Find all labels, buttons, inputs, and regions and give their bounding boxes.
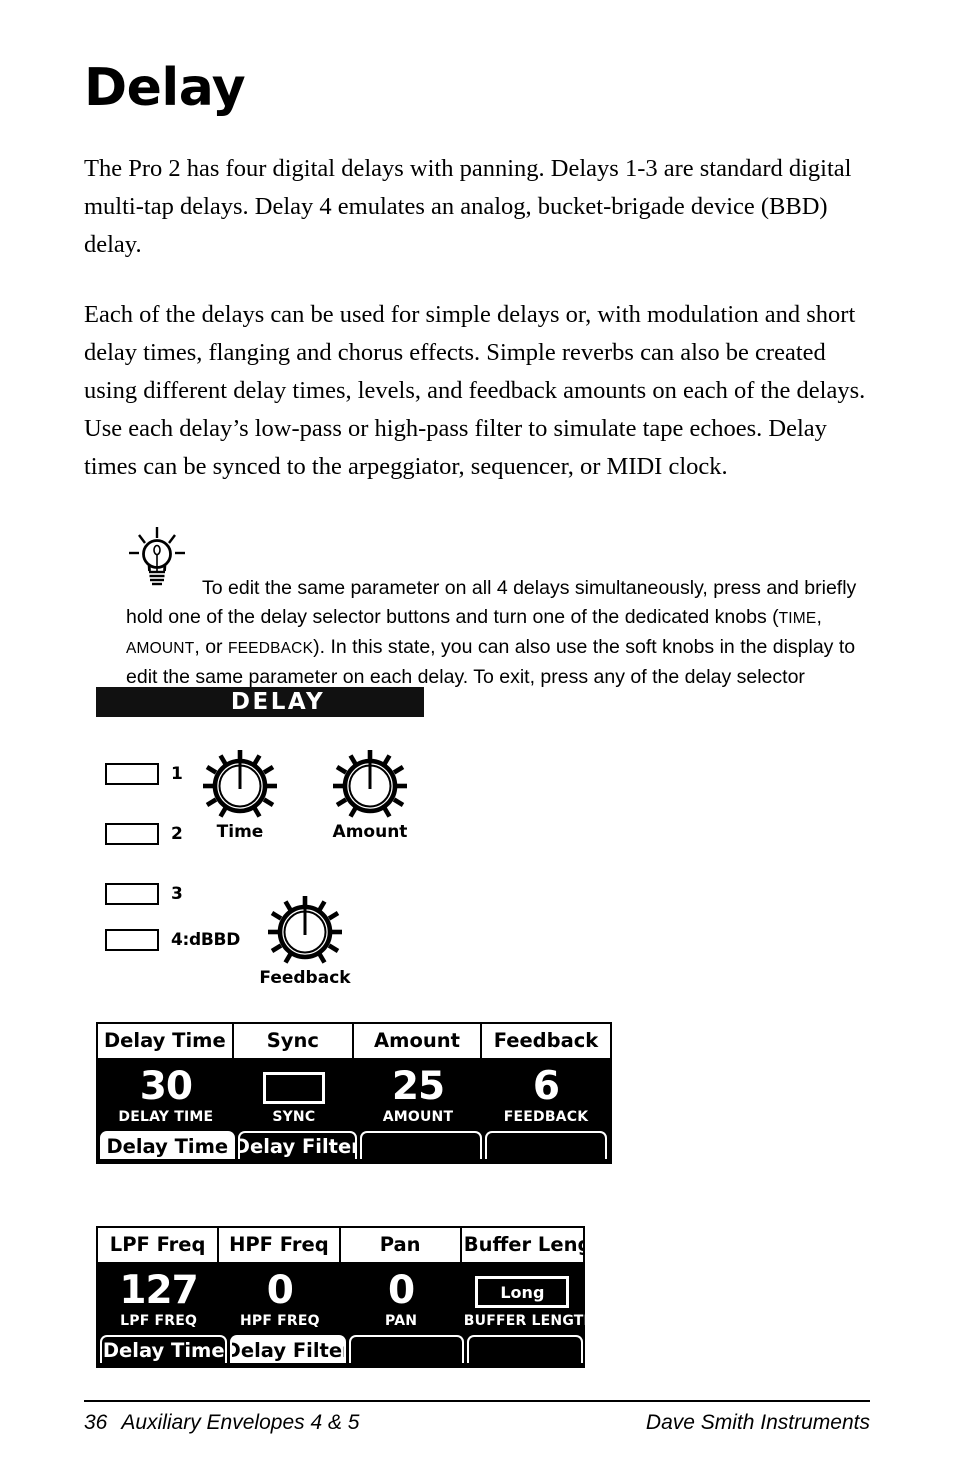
soft-knob-header-delay-time[interactable]: Delay Time	[98, 1024, 234, 1058]
feedback-knob-group[interactable]: Feedback	[257, 895, 353, 988]
amount-knob[interactable]	[331, 749, 409, 823]
value-cell-buffer-length[interactable]: Long BUFFER LENGTH	[462, 1270, 596, 1335]
amount-knob-group[interactable]: Amount	[322, 749, 418, 842]
value-cell-feedback[interactable]: 6 FEEDBACK	[482, 1066, 610, 1131]
value-cell-delay-time[interactable]: 30 DELAY TIME	[98, 1066, 234, 1131]
value-cell-hpf-freq[interactable]: 0 HPF FREQ	[219, 1270, 340, 1335]
soft-knob-header-pan[interactable]: Pan	[340, 1228, 462, 1262]
caption-amount: AMOUNT	[382, 1109, 454, 1125]
value-pan: 0	[388, 1268, 415, 1313]
delay-selector-4-button[interactable]	[105, 929, 159, 951]
soft-knob-header-hpf-freq[interactable]: HPF Freq	[219, 1228, 341, 1262]
caption-pan: PAN	[385, 1313, 418, 1329]
delay-panel-header: DELAY	[96, 687, 424, 717]
tab-empty-3-2[interactable]	[348, 1335, 465, 1363]
tab-delay-filter[interactable]: Delay Filter	[237, 1131, 357, 1159]
footer-company: Dave Smith Instruments	[645, 1411, 870, 1434]
soft-knob-header-feedback[interactable]: Feedback	[481, 1024, 610, 1058]
tab-delay-time[interactable]: Delay Time	[100, 1131, 235, 1159]
delay-selector-4[interactable]: 4:dBBD	[105, 929, 240, 951]
caption-sync: SYNC	[272, 1109, 316, 1125]
caption-feedback: FEEDBACK	[503, 1109, 589, 1125]
tab-empty-4-2[interactable]	[467, 1335, 583, 1363]
delay-panel-body: 1 2 3 4:dBBD Time Amount Feedback	[96, 717, 424, 988]
soft-knob-header-row: Delay Time Sync Amount Feedback	[98, 1024, 610, 1058]
value-delay-time: 30	[139, 1064, 193, 1109]
delay-selector-3-label: 3	[171, 884, 183, 904]
delay-selector-3[interactable]: 3	[105, 883, 183, 905]
delay-filter-display-panel: LPF Freq HPF Freq Pan Buffer Length 127 …	[96, 1226, 596, 1368]
soft-knob-header-amount[interactable]: Amount	[353, 1024, 482, 1058]
soft-tab-row: Delay Time Delay Filter	[98, 1131, 610, 1162]
value-cell-lpf-freq[interactable]: 127 LPF FREQ	[98, 1270, 219, 1335]
value-sync-box[interactable]	[262, 1072, 325, 1104]
soft-knob-header-sync[interactable]: Sync	[233, 1024, 354, 1058]
value-cell-pan[interactable]: 0 PAN	[341, 1270, 462, 1335]
footer-row: 36 Auxiliary Envelopes 4 & 5 Dave Smith …	[84, 1402, 870, 1435]
tip-seg-2: ,	[816, 606, 822, 628]
soft-knob-header-buffer-length[interactable]: Buffer Length	[461, 1228, 583, 1262]
page-footer: 36 Auxiliary Envelopes 4 & 5 Dave Smith …	[84, 1400, 870, 1435]
manual-page: Delay The Pro 2 has four digital delays …	[0, 0, 954, 1475]
soft-knob-header-row-2: LPF Freq HPF Freq Pan Buffer Length	[98, 1228, 583, 1262]
time-knob-group[interactable]: Time	[192, 749, 288, 842]
tab-delay-time-2[interactable]: Delay Time	[100, 1335, 228, 1363]
caption-lpf-freq: LPF FREQ	[120, 1313, 198, 1329]
tab-delay-filter-2[interactable]: Delay Filter	[230, 1335, 346, 1363]
delay-hardware-panel: DELAY 1 2 3 4:dBBD Time Amount Feedback	[96, 687, 424, 988]
caption-delay-time: DELAY TIME	[118, 1109, 214, 1125]
time-knob[interactable]	[201, 749, 279, 823]
caption-hpf-freq: HPF FREQ	[239, 1313, 320, 1329]
delay-selector-2-label: 2	[171, 824, 183, 844]
value-hpf-freq: 0	[266, 1268, 294, 1313]
feedback-knob[interactable]	[266, 895, 344, 969]
feedback-knob-label: Feedback	[259, 968, 351, 988]
time-knob-label: Time	[216, 822, 264, 842]
tip-param-feedback: FEEDBACK	[227, 640, 314, 657]
value-amount: 25	[391, 1064, 445, 1109]
intro-paragraph-2: Each of the delays can be used for simpl…	[84, 301, 866, 480]
value-buffer-length-box[interactable]: Long	[475, 1276, 570, 1308]
tab-empty-3[interactable]	[359, 1131, 482, 1159]
value-cell-sync[interactable]: SYNC	[234, 1066, 354, 1131]
delay-selector-4-label: 4:dBBD	[171, 930, 241, 950]
delay-time-display-panel: Delay Time Sync Amount Feedback 30 DELAY…	[96, 1022, 612, 1164]
footer-section-title: Auxiliary Envelopes 4 & 5	[121, 1411, 360, 1434]
amount-knob-label: Amount	[332, 822, 408, 842]
soft-knob-header-lpf-freq[interactable]: LPF Freq	[98, 1228, 220, 1262]
intro-paragraph-1: The Pro 2 has four digital delays with p…	[84, 155, 852, 258]
value-cell-amount[interactable]: 25 AMOUNT	[354, 1066, 482, 1131]
page-number: 36	[84, 1411, 108, 1434]
delay-selector-3-button[interactable]	[105, 883, 159, 905]
tip-seg-3: , or	[194, 636, 228, 658]
delay-selector-1-label: 1	[171, 764, 183, 784]
tab-empty-4[interactable]	[484, 1131, 607, 1159]
delay-selector-2[interactable]: 2	[105, 823, 183, 845]
tip-seg-1: To edit the same parameter on all 4 dela…	[126, 577, 857, 628]
soft-tab-row-2: Delay Time Delay Filter	[98, 1335, 583, 1366]
caption-buffer-length: BUFFER LENGTH	[463, 1313, 596, 1329]
footer-left: 36 Auxiliary Envelopes 4 & 5	[84, 1411, 360, 1435]
delay-selector-2-button[interactable]	[105, 823, 159, 845]
value-feedback: 6	[532, 1064, 560, 1109]
page-title: Delay	[84, 58, 246, 118]
soft-knob-value-row-2: 127 LPF FREQ 0 HPF FREQ 0 PAN Long BUFFE…	[98, 1262, 596, 1335]
tip-param-amount: AMOUNT	[126, 640, 195, 657]
lightbulb-icon	[129, 527, 185, 586]
tip-param-time: TIME	[778, 610, 817, 627]
delay-selector-1-button[interactable]	[105, 763, 159, 785]
delay-selector-1[interactable]: 1	[105, 763, 183, 785]
value-lpf-freq: 127	[119, 1268, 198, 1313]
soft-knob-value-row: 30 DELAY TIME SYNC 25 AMOUNT 6 FEEDBACK	[98, 1058, 610, 1131]
